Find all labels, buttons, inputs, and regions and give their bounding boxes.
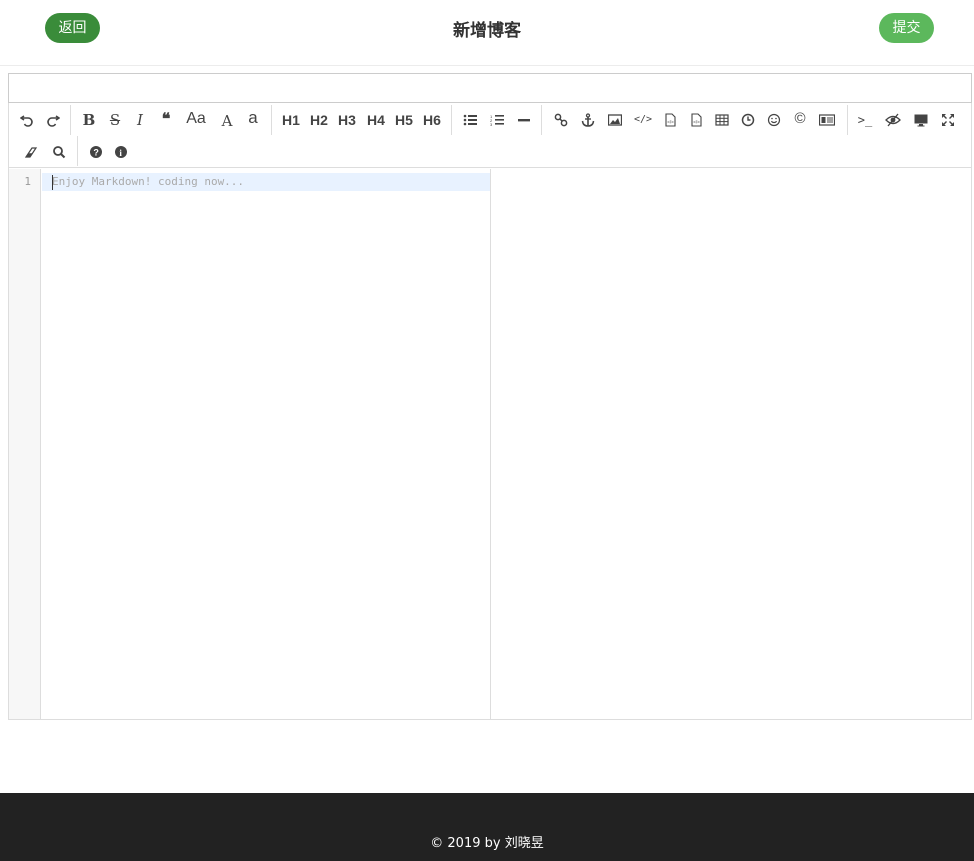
title-input[interactable]: [8, 73, 972, 103]
header: 返回 新增博客 提交: [0, 0, 974, 66]
pagebreak-icon[interactable]: [816, 108, 838, 132]
submit-button[interactable]: 提交: [879, 13, 934, 43]
uppercase-words-icon[interactable]: Aa: [183, 107, 209, 131]
svg-text:?: ?: [93, 148, 99, 158]
unordered-list-icon[interactable]: [460, 108, 480, 132]
code-block-icon[interactable]: </>: [686, 108, 706, 132]
h2-button[interactable]: H2: [307, 108, 331, 132]
redo-icon[interactable]: [43, 108, 63, 132]
toolbar-divider: [271, 105, 272, 135]
link-icon[interactable]: [551, 108, 571, 132]
toolbar-divider: [77, 136, 78, 166]
markdown-editor: B S I ❝ Aa A a H1 H2 H3 H4 H5 H6 123 </>…: [8, 103, 972, 720]
quote-icon[interactable]: ❝: [156, 108, 176, 132]
image-icon[interactable]: [605, 108, 625, 132]
help-icon[interactable]: ?: [86, 140, 106, 164]
svg-text:3: 3: [490, 122, 493, 127]
toolbar-divider: [541, 105, 542, 135]
line-number: 1: [24, 175, 31, 188]
h6-button[interactable]: H6: [420, 108, 444, 132]
uppercase-icon[interactable]: A: [217, 109, 237, 133]
horizontal-rule-icon[interactable]: [514, 108, 534, 132]
anchor-icon[interactable]: [578, 108, 598, 132]
footer: © 2019 by 刘晓昱: [0, 793, 974, 861]
bold-icon[interactable]: B: [79, 108, 99, 132]
h4-button[interactable]: H4: [364, 108, 388, 132]
preview-icon[interactable]: [911, 108, 931, 132]
editor-toolbar: B S I ❝ Aa A a H1 H2 H3 H4 H5 H6 123 </>…: [9, 103, 971, 168]
clear-icon[interactable]: [21, 140, 41, 164]
watch-icon[interactable]: [882, 108, 904, 132]
preformatted-text-icon[interactable]: </>: [660, 108, 680, 132]
editor-placeholder: Enjoy Markdown! coding now...: [52, 175, 245, 188]
fullscreen-icon[interactable]: [938, 108, 958, 132]
h5-button[interactable]: H5: [392, 108, 416, 132]
html-entities-icon[interactable]: ©: [790, 107, 810, 131]
svg-text:</>: </>: [693, 120, 700, 125]
emoji-icon[interactable]: [764, 108, 784, 132]
toolbar-divider: [70, 105, 71, 135]
code-icon[interactable]: </>: [632, 108, 654, 132]
italic-icon[interactable]: I: [130, 108, 150, 132]
search-icon[interactable]: [49, 140, 69, 164]
undo-icon[interactable]: [17, 108, 37, 132]
line-number-gutter: 1: [9, 169, 41, 719]
toolbar-divider: [847, 105, 848, 135]
text-cursor: [52, 175, 53, 190]
h3-button[interactable]: H3: [335, 108, 359, 132]
ordered-list-icon[interactable]: 123: [487, 108, 507, 132]
table-icon[interactable]: [712, 108, 732, 132]
page-title: 新增博客: [453, 21, 521, 41]
strikethrough-icon[interactable]: S: [105, 108, 125, 132]
copyright-text: © 2019 by 刘晓昱: [430, 836, 544, 851]
markdown-preview-pane: [490, 169, 971, 719]
svg-text:</>: </>: [667, 120, 674, 125]
lowercase-icon[interactable]: a: [243, 106, 263, 130]
info-icon[interactable]: i: [111, 140, 131, 164]
datetime-icon[interactable]: [738, 108, 758, 132]
toolbar-divider: [451, 105, 452, 135]
h1-button[interactable]: H1: [279, 108, 303, 132]
goto-line-icon[interactable]: >_: [855, 108, 875, 132]
markdown-input-area[interactable]: Enjoy Markdown! coding now...: [42, 169, 490, 719]
